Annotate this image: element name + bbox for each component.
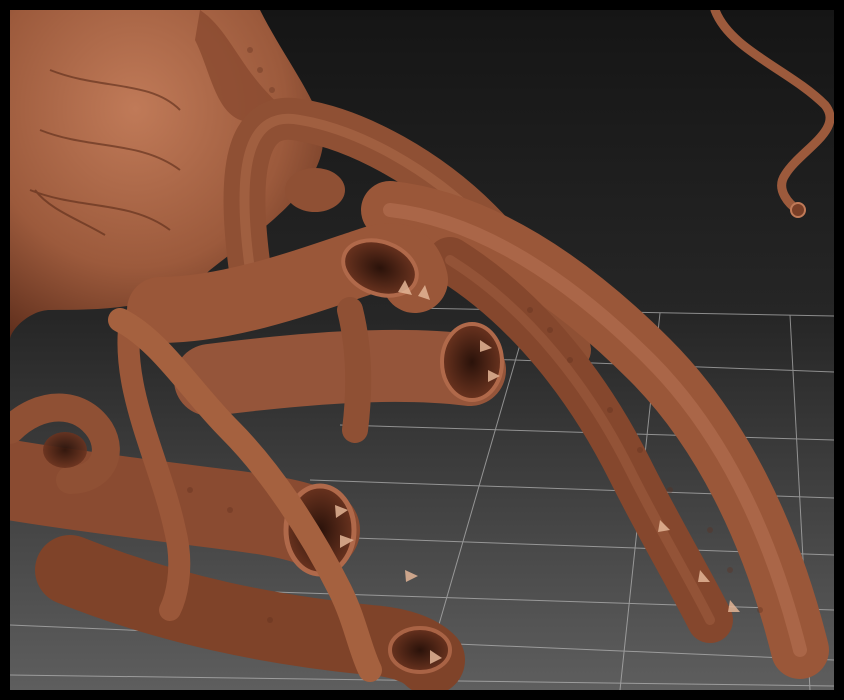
thin-tentacle-tip bbox=[790, 202, 806, 218]
tentacle-knob bbox=[285, 168, 345, 212]
tentacle-mouth-lower bbox=[174, 329, 506, 416]
3d-viewport[interactable] bbox=[10, 10, 834, 690]
sculpt-render bbox=[10, 10, 834, 690]
viewport-frame bbox=[0, 0, 844, 700]
tentacle-thin-3 bbox=[337, 297, 372, 443]
